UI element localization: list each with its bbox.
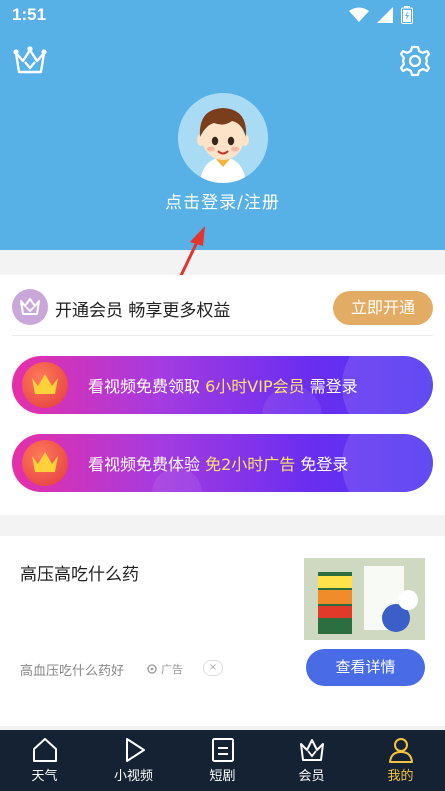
crown-icon [32,452,58,472]
ad-image[interactable] [304,558,425,640]
settings-button[interactable] [398,44,432,78]
profile-header: 1:51 点击登录/注册 [0,0,445,250]
tab-mine[interactable]: 我的 [356,730,445,791]
status-time: 1:51 [12,5,47,24]
banner-crown-badge [22,440,68,486]
ad-tag-label: 广告 [161,663,183,676]
vip-badge [12,289,48,325]
bottom-tab-bar: 天气 小视频 短剧 会员 我的 [0,730,445,791]
tab-label: 小视频 [113,769,153,784]
crown-icon [20,298,40,315]
divider [12,335,433,336]
vip-crown-button[interactable] [12,45,48,77]
banner-text-prefix: 看视频免费体验 [88,455,206,474]
tab-short-drama[interactable]: 短剧 [178,730,267,791]
banner-text-prefix: 看视频免费领取 [88,377,206,396]
ad-card[interactable]: 高压高吃什么药 高血压吃什么药好 广告 × 查看详情 [0,536,445,726]
open-vip-button[interactable]: 立即开通 [333,291,433,325]
login-register-link[interactable]: 点击登录/注册 [0,188,445,213]
banner-text-suffix: 免登录 [295,455,349,474]
tab-member[interactable]: 会员 [267,730,356,791]
battery-icon [401,6,413,24]
banner-text: 看视频免费领取 6小时VIP会员 需登录 [88,373,358,397]
avatar-boy-icon [178,93,268,183]
crown-icon [13,46,47,74]
decor-bubble [342,434,433,492]
play-icon [125,738,145,762]
crown-icon [32,374,58,394]
ad-tag: 广告 [146,661,183,677]
tab-weather[interactable]: 天气 [0,730,89,791]
drama-icon [211,738,234,762]
medicine-product-image [304,558,425,640]
banner-crown-badge [22,362,68,408]
tab-label: 会员 [298,769,325,784]
gear-icon [399,45,431,77]
view-details-button[interactable]: 查看详情 [306,649,425,686]
profile-icon [388,738,413,763]
banner-text-highlight: 6小时VIP会员 [205,377,305,396]
vip-promo-row: 开通会员 畅享更多权益 立即开通 [12,289,433,327]
banner-text-highlight: 免2小时广告 [205,455,296,474]
ad-close-button[interactable]: × [203,660,223,676]
ad-mark-icon [147,664,157,674]
vip-promo-text: 开通会员 畅享更多权益 [55,301,231,321]
avatar[interactable] [178,93,268,183]
status-bar: 1:51 [0,0,445,30]
ad-free-banner[interactable]: 看视频免费体验 免2小时广告 免登录 [12,434,433,492]
crown-icon [299,739,324,761]
tab-label: 短剧 [209,769,236,784]
signal-icon [377,7,393,23]
tab-label: 天气 [31,769,58,784]
ad-title[interactable]: 高压高吃什么药 [20,560,139,585]
tab-short-video[interactable]: 小视频 [89,730,178,791]
wifi-icon [349,7,369,22]
banner-text: 看视频免费体验 免2小时广告 免登录 [88,451,348,475]
vip-reward-banner[interactable]: 看视频免费领取 6小时VIP会员 需登录 [12,356,433,414]
status-icons [349,6,413,24]
tab-label: 我的 [387,769,414,784]
ad-subtitle: 高血压吃什么药好 [20,664,125,679]
home-icon [32,738,57,762]
banner-text-suffix: 需登录 [304,377,358,396]
